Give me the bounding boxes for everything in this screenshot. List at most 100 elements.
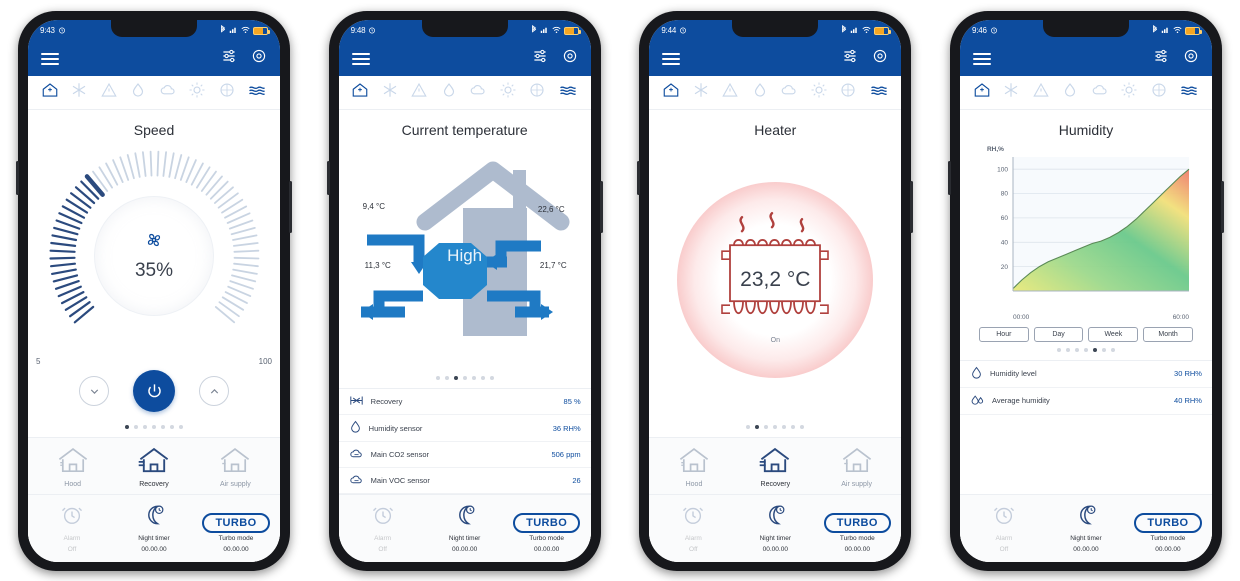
timeframe-day-button[interactable]: Day	[1033, 326, 1084, 342]
function-turbo-mode[interactable]: TURBO Turbo mode 00.00.00	[506, 513, 587, 553]
page-dot[interactable]	[755, 425, 760, 430]
sensor-row-humidity[interactable]: Humidity sensor 36 RH%	[338, 415, 591, 443]
filter-icon[interactable]	[839, 81, 857, 104]
page-dot[interactable]	[143, 425, 147, 430]
page-dot[interactable]	[1101, 347, 1106, 352]
heat-sun-icon[interactable]	[499, 81, 517, 104]
page-dots[interactable]	[28, 419, 280, 437]
airflow-waves-icon[interactable]	[869, 81, 889, 104]
function-turbo-mode[interactable]: TURBO Turbo mode 00.00.00	[1127, 513, 1208, 553]
page-dot[interactable]	[800, 425, 805, 430]
page-dot[interactable]	[764, 425, 769, 430]
timeframe-month-button[interactable]: Month	[1143, 326, 1193, 342]
snowflake-icon[interactable]	[1002, 81, 1020, 104]
home-icon[interactable]	[41, 81, 59, 104]
sensor-row-average-humidity[interactable]: Average humidity 40 RH%	[959, 388, 1212, 415]
sliders-icon[interactable]	[1153, 48, 1169, 69]
page-dot[interactable]	[462, 376, 467, 381]
warning-triangle-icon[interactable]	[721, 81, 739, 104]
hamburger-menu-icon[interactable]	[662, 52, 681, 65]
function-night-timer[interactable]: Night timer 00.00.00	[113, 502, 194, 553]
timeframe-week-button[interactable]: Week	[1088, 326, 1139, 342]
function-turbo-mode[interactable]: TURBO Turbo mode 00.00.00	[195, 513, 276, 553]
page-dot[interactable]	[125, 425, 129, 430]
gear-icon[interactable]	[872, 48, 888, 69]
gear-icon[interactable]	[1183, 48, 1199, 69]
co2-cloud-icon[interactable]	[159, 81, 177, 104]
filter-icon[interactable]	[1150, 81, 1168, 104]
humidity-drop-icon[interactable]	[751, 81, 769, 104]
function-alarm[interactable]: Alarm Off	[342, 502, 423, 553]
mode-hood[interactable]: Hood	[654, 446, 735, 488]
snowflake-icon[interactable]	[70, 81, 88, 104]
mode-hood[interactable]: Hood	[32, 446, 113, 488]
page-dot[interactable]	[746, 425, 751, 430]
snowflake-icon[interactable]	[692, 81, 710, 104]
hamburger-menu-icon[interactable]	[351, 52, 370, 65]
speed-decrease-button[interactable]	[79, 376, 109, 407]
page-dot[interactable]	[152, 425, 156, 430]
function-night-timer[interactable]: Night timer 00.00.00	[1045, 502, 1126, 553]
sliders-icon[interactable]	[532, 48, 548, 69]
page-dot[interactable]	[453, 376, 458, 381]
page-dots[interactable]	[339, 370, 591, 388]
page-dot[interactable]	[773, 425, 778, 430]
power-button[interactable]	[133, 370, 175, 413]
mode-air-supply[interactable]: Air supply	[816, 446, 897, 488]
page-dots[interactable]	[960, 342, 1212, 360]
page-dot[interactable]	[134, 425, 138, 430]
page-dots[interactable]	[649, 419, 901, 437]
page-dot[interactable]	[161, 425, 165, 430]
sliders-icon[interactable]	[221, 48, 237, 69]
filter-icon[interactable]	[218, 81, 236, 104]
page-dot[interactable]	[489, 376, 494, 381]
page-dot[interactable]	[170, 425, 174, 430]
mode-air-supply[interactable]: Air supply	[195, 446, 276, 488]
page-dot[interactable]	[179, 425, 183, 430]
filter-icon[interactable]	[528, 81, 546, 104]
function-night-timer[interactable]: Night timer 00.00.00	[424, 502, 505, 553]
page-dot[interactable]	[471, 376, 476, 381]
page-dot[interactable]	[782, 425, 787, 430]
page-dot[interactable]	[1110, 347, 1115, 352]
page-dot[interactable]	[444, 376, 449, 381]
hamburger-menu-icon[interactable]	[972, 52, 991, 65]
home-icon[interactable]	[973, 81, 991, 104]
page-dot[interactable]	[1092, 347, 1097, 352]
humidity-drop-icon[interactable]	[440, 81, 458, 104]
page-dot[interactable]	[480, 376, 485, 381]
heat-sun-icon[interactable]	[188, 81, 206, 104]
page-dot[interactable]	[1083, 347, 1088, 352]
sensor-row-recovery[interactable]: Recovery 85 %	[338, 389, 591, 416]
sliders-icon[interactable]	[842, 48, 858, 69]
warning-triangle-icon[interactable]	[1032, 81, 1050, 104]
humidity-drop-icon[interactable]	[129, 81, 147, 104]
function-alarm[interactable]: Alarm Off	[653, 502, 734, 553]
mode-recovery[interactable]: Recovery	[735, 446, 816, 488]
function-night-timer[interactable]: Night timer 00.00.00	[735, 502, 816, 553]
heat-sun-icon[interactable]	[1120, 81, 1138, 104]
function-turbo-mode[interactable]: TURBO Turbo mode 00.00.00	[817, 513, 898, 553]
function-alarm[interactable]: Alarm Off	[31, 502, 112, 553]
gear-icon[interactable]	[251, 48, 267, 69]
home-icon[interactable]	[662, 81, 680, 104]
sensor-row-co2[interactable]: Main CO2 sensor 506 ppm	[338, 442, 591, 469]
humidity-drop-icon[interactable]	[1061, 81, 1079, 104]
page-dot[interactable]	[435, 376, 440, 381]
warning-triangle-icon[interactable]	[100, 81, 118, 104]
page-dot[interactable]	[1065, 347, 1070, 352]
humidity-area-chart[interactable]: 20 40 60 80 100	[979, 153, 1193, 313]
home-icon[interactable]	[351, 81, 369, 104]
speed-dial[interactable]: 35%	[47, 148, 262, 363]
hamburger-menu-icon[interactable]	[41, 52, 59, 65]
warning-triangle-icon[interactable]	[410, 81, 428, 104]
page-dot[interactable]	[1056, 347, 1061, 352]
speed-increase-button[interactable]	[199, 376, 229, 407]
page-dot[interactable]	[791, 425, 796, 430]
airflow-waves-icon[interactable]	[558, 81, 578, 104]
co2-cloud-icon[interactable]	[780, 81, 798, 104]
airflow-waves-icon[interactable]	[1179, 81, 1199, 104]
sensor-row-voc[interactable]: Main VOC sensor 26	[338, 468, 591, 495]
gear-icon[interactable]	[562, 48, 578, 69]
heat-sun-icon[interactable]	[810, 81, 828, 104]
